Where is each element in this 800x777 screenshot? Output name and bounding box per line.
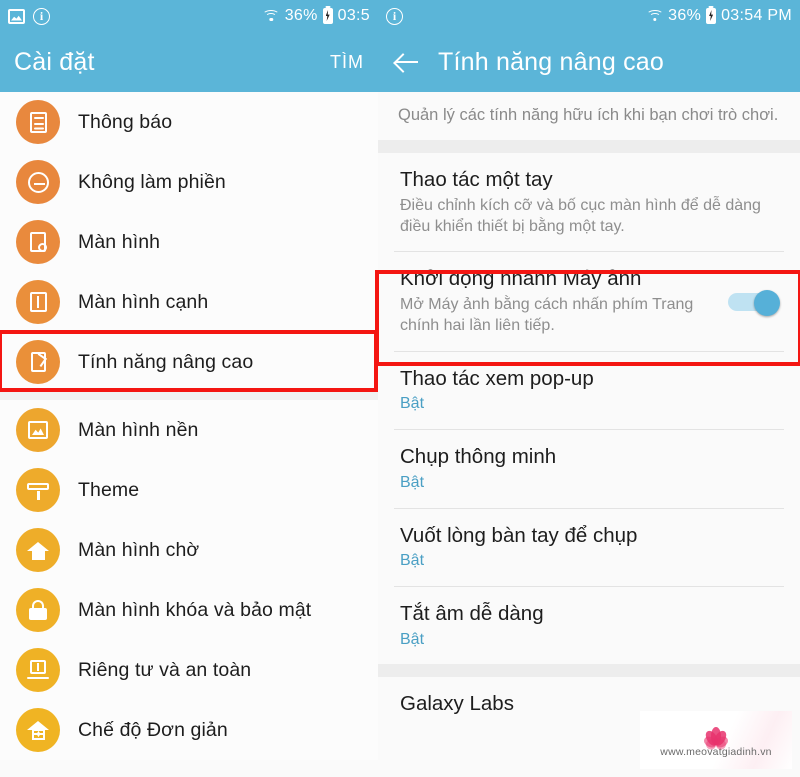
status-right-cluster: 36% 03:5 xyxy=(262,7,370,25)
simple-mode-icon xyxy=(16,708,60,752)
sidebar-item-label: Màn hình nền xyxy=(78,418,199,441)
sidebar-item-label: Tính năng nâng cao xyxy=(78,350,254,373)
settings-list: Thông báo Không làm phiền Màn hình Màn h… xyxy=(0,92,378,760)
setting-row-tat-am-de-dang[interactable]: Tắt âm dễ dàng Bật xyxy=(378,586,800,665)
watermark: www.meovatgiadinh.vn xyxy=(640,711,792,769)
section-divider xyxy=(378,664,800,678)
sidebar-item-label: Thông báo xyxy=(78,110,173,133)
edge-screen-icon xyxy=(16,280,60,324)
right-app-bar: Tính năng nâng cao xyxy=(378,32,800,92)
sidebar-item-che-do-don-gian[interactable]: Chế độ Đơn giản xyxy=(0,700,378,760)
list-section-divider xyxy=(0,392,378,400)
setting-status: Bật xyxy=(400,395,425,413)
advanced-features-icon xyxy=(16,340,60,384)
setting-title: Thao tác một tay xyxy=(400,168,553,192)
right-advanced-features-panel: i 36% 03:54 PM Tính năng nâng cao Quản l… xyxy=(378,0,800,777)
sidebar-item-rieng-tu[interactable]: Riêng tư và an toàn xyxy=(0,640,378,700)
sidebar-item-man-hinh-cho[interactable]: Màn hình chờ xyxy=(0,520,378,580)
lotus-icon xyxy=(693,723,739,750)
setting-subtitle: Điều chỉnh kích cỡ và bố cục màn hình để… xyxy=(400,196,761,235)
setting-title: Thao tác xem pop-up xyxy=(400,366,594,390)
status-right-cluster: 36% 03:54 PM xyxy=(646,7,792,25)
sidebar-item-man-hinh[interactable]: Màn hình xyxy=(0,212,378,272)
setting-row-thao-tac-xem-popup[interactable]: Thao tác xem pop-up Bật xyxy=(378,351,800,430)
info-icon: i xyxy=(33,7,50,25)
setting-title: Chụp thông minh xyxy=(400,445,557,469)
sidebar-item-man-hinh-khoa[interactable]: Màn hình khóa và bảo mật xyxy=(0,580,378,640)
wifi-icon xyxy=(646,9,664,23)
clock-label-right: 03:54 PM xyxy=(721,7,792,24)
left-app-bar: Cài đặt TÌM xyxy=(0,32,378,92)
right-status-bar: i 36% 03:54 PM xyxy=(378,0,800,32)
left-status-bar: i 36% 03:5 xyxy=(0,0,378,32)
wifi-icon xyxy=(262,9,280,23)
setting-title: Khởi động nhanh Máy ảnh xyxy=(400,267,642,291)
search-action-button[interactable]: TÌM xyxy=(330,52,364,73)
wallpaper-icon xyxy=(16,408,60,452)
sidebar-item-label: Riêng tư và an toàn xyxy=(78,658,252,681)
clock-label-left: 03:5 xyxy=(337,7,370,24)
page-title: Cài đặt xyxy=(14,47,95,76)
sidebar-item-thong-bao[interactable]: Thông báo xyxy=(0,92,378,152)
page-title: Tính năng nâng cao xyxy=(438,47,664,76)
do-not-disturb-icon xyxy=(16,160,60,204)
section-divider xyxy=(378,140,800,154)
battery-charging-icon xyxy=(706,8,717,24)
photo-icon xyxy=(8,8,25,24)
camera-quick-launch-toggle[interactable] xyxy=(728,289,780,316)
sidebar-item-label: Màn hình chờ xyxy=(78,538,200,561)
setting-subtitle: Mở Máy ảnh bằng cách nhấn phím Trang chí… xyxy=(400,296,694,334)
sidebar-item-label: Màn hình cạnh xyxy=(78,290,209,313)
theme-icon xyxy=(16,468,60,512)
sidebar-item-khong-lam-phien[interactable]: Không làm phiền xyxy=(0,152,378,212)
setting-row-vuot-long-ban-tay[interactable]: Vuốt lòng bàn tay để chụp Bật xyxy=(378,508,800,586)
sidebar-item-tinh-nang-nang-cao[interactable]: Tính năng nâng cao xyxy=(0,332,378,392)
setting-row-chup-thong-minh[interactable]: Chụp thông minh Bật xyxy=(378,430,800,508)
setting-status: Bật xyxy=(400,630,425,648)
battery-percent-label: 36% xyxy=(284,7,318,24)
setting-row-khoi-dong-nhanh-may-anh[interactable]: Khởi động nhanh Máy ảnh Mở Máy ảnh bằng … xyxy=(378,252,800,351)
home-screen-icon xyxy=(16,528,60,572)
screenshot-canvas: i 36% 03:5 Cài đặt TÌM Thông báo Không l… xyxy=(0,0,800,777)
battery-charging-icon xyxy=(322,8,333,24)
status-left-icons-right: i xyxy=(386,7,403,25)
toggle-thumb xyxy=(754,289,780,316)
lock-icon xyxy=(16,588,60,632)
sidebar-item-label: Theme xyxy=(78,478,140,501)
display-icon xyxy=(16,220,60,264)
setting-status: Bật xyxy=(400,473,425,491)
setting-title: Tắt âm dễ dàng xyxy=(400,601,544,625)
sidebar-item-label: Màn hình xyxy=(78,230,161,253)
setting-row-thao-tac-mot-tay[interactable]: Thao tác một tay Điều chỉnh kích cỡ và b… xyxy=(378,153,800,252)
sidebar-item-man-hinh-canh[interactable]: Màn hình cạnh xyxy=(0,272,378,332)
setting-status: Bật xyxy=(400,552,425,570)
sidebar-item-label: Chế độ Đơn giản xyxy=(78,718,228,741)
notification-icon xyxy=(16,100,60,144)
sidebar-item-label: Màn hình khóa và bảo mật xyxy=(78,598,312,621)
privacy-icon xyxy=(16,648,60,692)
sidebar-item-label: Không làm phiền xyxy=(78,170,226,193)
left-settings-panel: i 36% 03:5 Cài đặt TÌM Thông báo Không l… xyxy=(0,0,378,777)
info-icon: i xyxy=(386,7,403,25)
sidebar-item-man-hinh-nen[interactable]: Màn hình nền xyxy=(0,400,378,460)
setting-text-block: Khởi động nhanh Máy ảnh Mở Máy ảnh bằng … xyxy=(400,266,728,336)
setting-title: Vuốt lòng bàn tay để chụp xyxy=(400,523,638,547)
sidebar-item-theme[interactable]: Theme xyxy=(0,460,378,520)
back-arrow-icon[interactable] xyxy=(392,47,422,77)
battery-percent-label: 36% xyxy=(668,7,702,24)
status-left-icons: i xyxy=(8,7,50,25)
section-description: Quản lý các tính năng hữu ích khi bạn ch… xyxy=(398,106,779,124)
